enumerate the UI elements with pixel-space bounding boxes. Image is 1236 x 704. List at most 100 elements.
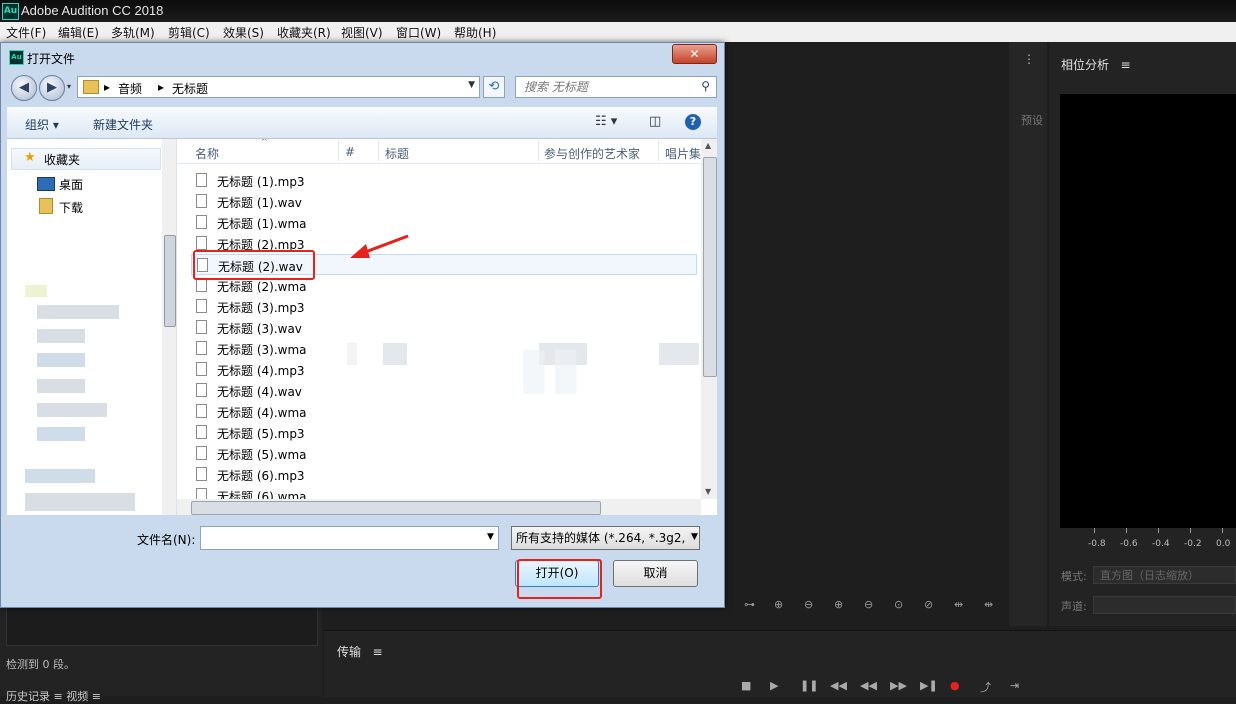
transport-button-2[interactable]: ❚❚ (800, 679, 818, 692)
refresh-icon[interactable]: ⟲ (483, 76, 505, 98)
address-dropdown-icon[interactable]: ▼ (468, 80, 475, 90)
search-icon[interactable]: ⚲ (701, 79, 710, 93)
file-list-horizontal-scrollbar[interactable] (177, 499, 701, 515)
transport-button-5[interactable]: ▶▶ (890, 679, 907, 692)
new-folder-button[interactable]: 新建文件夹 (93, 116, 153, 133)
nav-item-desktop[interactable]: 桌面 (59, 176, 83, 193)
axis-tick-label: -0.6 (1120, 539, 1138, 549)
blurred-item (383, 343, 407, 365)
close-icon[interactable]: ✕ (672, 44, 717, 64)
zoom-button-7[interactable]: ⇹ (954, 598, 963, 611)
mode-select[interactable]: 直方图（日志缩放） (1093, 566, 1236, 584)
detect-status: 检测到 0 段。 (6, 658, 75, 671)
preset-label[interactable]: 预设 (1021, 112, 1043, 128)
favorites-item[interactable]: ★ 收藏夹 (11, 148, 161, 170)
file-list-scroll-thumb[interactable] (703, 157, 717, 377)
column-separator[interactable] (538, 141, 539, 161)
zoom-button-8[interactable]: ⇹ (984, 598, 993, 611)
search-input[interactable] (522, 79, 696, 95)
breadcrumb-untitled[interactable]: 无标题 (172, 80, 208, 97)
column-separator[interactable] (658, 141, 659, 161)
zoom-button-4[interactable]: ⊖ (864, 598, 873, 611)
transport-button-0[interactable]: ■ (741, 679, 751, 692)
channel-select[interactable] (1093, 596, 1236, 614)
zoom-button-6[interactable]: ⊘ (924, 598, 933, 611)
bottom-tabs[interactable]: 历史记录 ≡ 视频 ≡ (6, 688, 101, 704)
zoom-button-0[interactable]: ⊶ (744, 598, 755, 611)
menu-item-7[interactable]: 窗口(W) (396, 24, 441, 41)
zoom-button-1[interactable]: ⊕ (774, 598, 783, 611)
dialog-au-icon: Au (9, 50, 24, 65)
address-bar[interactable]: ▸ 音频 ▸ 无标题 ▼ (77, 76, 480, 98)
menu-item-5[interactable]: 收藏夹(R) (277, 24, 331, 41)
filetype-dropdown-icon[interactable]: ▼ (689, 532, 698, 542)
breadcrumb-audio[interactable]: 音频 (118, 80, 142, 97)
file-row[interactable]: 无标题 (6).mp3 (191, 464, 697, 485)
filename-dropdown-icon[interactable]: ▼ (487, 532, 494, 542)
zoom-button-2[interactable]: ⊖ (804, 598, 813, 611)
column-title[interactable]: 标题 (385, 145, 409, 162)
transport-menu-icon[interactable]: ≡ (372, 645, 382, 659)
file-row[interactable]: 无标题 (1).wma (191, 212, 697, 233)
scroll-up-icon[interactable]: ▲ (705, 141, 711, 150)
blurred-item (37, 305, 119, 319)
transport-button-7[interactable]: ● (950, 679, 960, 692)
column-separator[interactable] (378, 141, 379, 161)
menu-item-6[interactable]: 视图(V) (341, 24, 383, 41)
menu-item-8[interactable]: 帮助(H) (454, 24, 496, 41)
nav-scroll-thumb[interactable] (164, 235, 176, 327)
nav-item-downloads[interactable]: 下载 (59, 199, 83, 216)
file-row[interactable]: 无标题 (1).mp3 (191, 170, 697, 191)
app-title: Adobe Audition CC 2018 (21, 3, 164, 18)
horizontal-scroll-thumb[interactable] (191, 501, 601, 515)
menu-item-4[interactable]: 效果(S) (223, 24, 264, 41)
zoom-button-5[interactable]: ⊙ (894, 598, 903, 611)
back-button[interactable]: ◀ (11, 75, 37, 101)
transport-button-3[interactable]: ◀◀ (830, 679, 847, 692)
file-icon (196, 236, 207, 250)
markers-list (6, 606, 318, 646)
file-row[interactable]: 无标题 (1).wav (191, 191, 697, 212)
scroll-down-icon[interactable]: ▼ (705, 487, 711, 496)
column-album[interactable]: 唱片集 (665, 145, 701, 162)
column-number[interactable]: # (345, 145, 355, 159)
file-row[interactable]: 无标题 (3).mp3 (191, 296, 697, 317)
transport-button-8[interactable]: ⤴ (980, 679, 991, 695)
column-name[interactable]: 名称 (195, 145, 219, 162)
favorites-label: 收藏夹 (44, 153, 81, 167)
blurred-item (37, 353, 85, 367)
organize-button[interactable]: 组织 ▾ (25, 116, 59, 133)
view-options-icon[interactable]: ☷ ▾ (595, 114, 617, 129)
filename-field[interactable] (200, 526, 499, 550)
nav-scrollbar[interactable] (162, 139, 176, 515)
search-box[interactable]: ⚲ (515, 76, 717, 98)
transport-button-4[interactable]: ◀◀ (860, 679, 877, 692)
history-chevron-down-icon[interactable]: ▾ (67, 82, 71, 91)
forward-button[interactable]: ▶ (39, 75, 65, 101)
file-list-vertical-scrollbar[interactable]: ▲ ▼ (701, 139, 717, 499)
panel-menu-icon[interactable]: ⋮ (1023, 52, 1035, 66)
file-name: 无标题 (5).mp3 (217, 427, 305, 441)
file-name: 无标题 (4).mp3 (217, 364, 305, 378)
help-icon[interactable]: ? (685, 114, 701, 130)
transport-button-9[interactable]: ⇥ (1010, 679, 1019, 692)
menu-item-2[interactable]: 多轨(M) (111, 24, 155, 41)
zoom-button-3[interactable]: ⊕ (834, 598, 843, 611)
filetype-select[interactable]: 所有支持的媒体 (*.264, *.3g2, *.3gp, *.aac (511, 526, 700, 550)
transport-button-1[interactable]: ▶ (770, 679, 778, 692)
file-row[interactable]: 无标题 (5).wma (191, 443, 697, 464)
menu-item-1[interactable]: 编辑(E) (58, 24, 99, 41)
transport-button-6[interactable]: ▶❚ (920, 679, 938, 692)
axis-tick-mark (1158, 528, 1159, 533)
dialog-title-bar: Au 打开文件 ✕ (1, 43, 724, 71)
annotation-highlight-file (193, 250, 315, 280)
phase-panel-menu-icon[interactable]: ≡ (1120, 58, 1130, 72)
column-artist[interactable]: 参与创作的艺术家 (544, 145, 640, 162)
audition-logo-icon: Au (2, 3, 19, 20)
file-row[interactable]: 无标题 (5).mp3 (191, 422, 697, 443)
column-separator[interactable] (338, 141, 339, 161)
menu-item-3[interactable]: 剪辑(C) (168, 24, 210, 41)
menu-item-0[interactable]: 文件(F) (6, 24, 46, 41)
preview-pane-icon[interactable]: ◫ (649, 114, 661, 129)
cancel-button[interactable]: 取消 (613, 560, 698, 587)
